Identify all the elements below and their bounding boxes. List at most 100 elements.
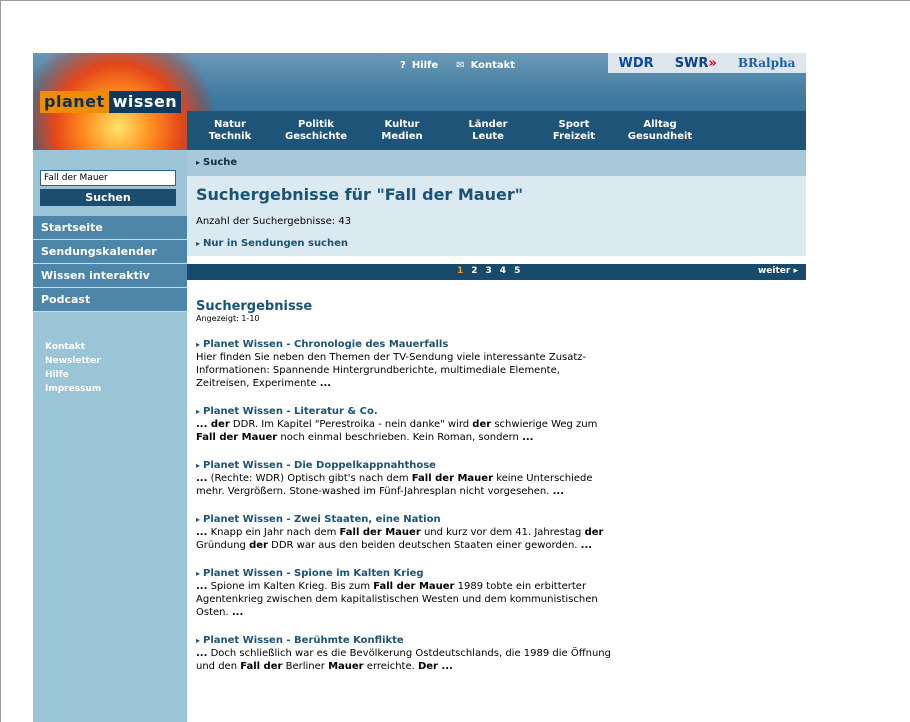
result-title-link[interactable]: ▸ Planet Wissen - Literatur & Co. <box>196 405 616 418</box>
nav-sport-freizeit[interactable]: Sport Freizeit <box>531 111 617 150</box>
double-chevron-icon: » <box>708 55 717 71</box>
result-title-link[interactable]: ▸ Planet Wissen - Spione im Kalten Krieg <box>196 567 616 580</box>
list-item: ▸ Planet Wissen - Zwei Staaten, eine Nati… <box>196 513 616 552</box>
side-link-newsletter[interactable]: Newsletter <box>45 354 101 368</box>
sidebar: Suchen Startseite Sendungskalender Wisse… <box>33 150 187 722</box>
list-item: ▸ Planet Wissen - Literatur & Co.... der … <box>196 405 616 444</box>
side-link-kontakt[interactable]: Kontakt <box>45 340 101 354</box>
header: planet wissen ? Hilfe ✉ Kontakt WDR SWR» B… <box>33 53 806 150</box>
arrow-right-icon: ▸ <box>196 158 201 167</box>
nav-line1: Politik <box>298 119 334 130</box>
results-header: Suchergebnisse für "Fall der Mauer" Anza… <box>187 176 806 256</box>
bralpha-logo[interactable]: BRalpha <box>738 56 796 70</box>
nav-line1: Länder <box>468 119 508 130</box>
arrow-right-icon: ▸ <box>196 407 201 416</box>
result-title: Planet Wissen - Spione im Kalten Krieg <box>203 568 424 579</box>
breadcrumb-label[interactable]: Suche <box>203 157 237 168</box>
arrow-right-icon: ▸ <box>196 636 201 645</box>
nav-line2: Medien <box>381 131 423 142</box>
logo-part-wissen: wissen <box>108 91 182 113</box>
results-section-title: Suchergebnisse <box>196 299 313 314</box>
nav-line2: Geschichte <box>284 131 348 142</box>
result-title: Planet Wissen - Berühmte Konflikte <box>203 635 404 646</box>
page-1[interactable]: 1 <box>457 266 463 276</box>
result-title-link[interactable]: ▸ Planet Wissen - Zwei Staaten, eine Nati… <box>196 513 616 526</box>
arrow-right-icon: ▸ <box>196 569 201 578</box>
arrow-right-icon: ▸ <box>793 266 798 276</box>
result-snippet: ... Doch schließlich war es die Bevölker… <box>196 648 611 672</box>
breadcrumb: ▸ Suche <box>187 150 806 176</box>
only-shows-link[interactable]: ▸ Nur in Sendungen suchen <box>196 238 806 249</box>
arrow-right-icon: ▸ <box>196 515 201 524</box>
next-label: weiter <box>757 266 791 276</box>
nav-kultur-medien[interactable]: Kultur Medien <box>359 111 445 150</box>
arrow-right-icon: ▸ <box>196 461 201 470</box>
nav-politik-geschichte[interactable]: Politik Geschichte <box>273 111 359 150</box>
top-links: ? Hilfe ✉ Kontakt <box>400 55 515 75</box>
sidebar-item-podcast[interactable]: Podcast <box>33 288 187 312</box>
page-5[interactable]: 5 <box>514 266 520 276</box>
side-link-impressum[interactable]: Impressum <box>45 382 101 396</box>
broadcaster-logos: WDR SWR» BRalpha <box>608 53 806 73</box>
results-count: Anzahl der Suchergebnisse: 43 <box>196 216 352 227</box>
result-title-link[interactable]: ▸ Planet Wissen - Berühmte Konflikte <box>196 634 616 647</box>
side-link-hilfe[interactable]: Hilfe <box>45 368 101 382</box>
next-page-link[interactable]: weiter ▸ <box>758 266 798 276</box>
results-shown: Angezeigt: 1-10 <box>196 314 260 323</box>
result-snippet: ... Spione im Kalten Krieg. Bis zum Fall… <box>196 581 598 618</box>
contact-link[interactable]: ✉ Kontakt <box>456 60 515 71</box>
side-menu: Startseite Sendungskalender Wissen inter… <box>33 216 187 312</box>
list-item: ▸ Planet Wissen - Die Doppelkappnahthose.… <box>196 459 616 498</box>
sidebar-item-wissen-interaktiv[interactable]: Wissen interaktiv <box>33 264 187 288</box>
nav-line2: Leute <box>472 131 504 142</box>
help-label: Hilfe <box>411 59 439 71</box>
arrow-right-icon: ▸ <box>196 239 201 248</box>
nav-line2: Gesundheit <box>627 131 693 142</box>
page-3[interactable]: 3 <box>486 266 492 276</box>
site-logo[interactable]: planet wissen <box>40 91 182 113</box>
nav-line2: Freizeit <box>552 131 596 142</box>
result-title: Planet Wissen - Die Doppelkappnahthose <box>203 460 436 471</box>
list-item: ▸ Planet Wissen - Spione im Kalten Krieg.… <box>196 567 616 619</box>
nav-natur-technik[interactable]: Natur Technik <box>187 111 273 150</box>
results-list: Suchergebnisse Angezeigt: 1-10 ▸ Planet W… <box>196 299 616 673</box>
pagination: 1 2 3 4 5 weiter ▸ <box>187 264 806 280</box>
page-4[interactable]: 4 <box>500 266 506 276</box>
contact-label: Kontakt <box>470 59 516 71</box>
nav-line1: Natur <box>214 119 246 130</box>
result-title-link[interactable]: ▸ Planet Wissen - Die Doppelkappnahthose <box>196 459 616 472</box>
logo-part-planet: planet <box>40 91 109 113</box>
result-title: Planet Wissen - Chronologie des Mauerfal… <box>203 339 449 350</box>
result-items: ▸ Planet Wissen - Chronologie des Mauerfa… <box>196 338 616 673</box>
page-2[interactable]: 2 <box>471 266 477 276</box>
page: planet wissen ? Hilfe ✉ Kontakt WDR SWR» B… <box>33 53 806 722</box>
question-icon: ? <box>400 59 406 71</box>
result-snippet: ... (Rechte: WDR) Optisch gibt's nach de… <box>196 473 593 497</box>
swr-logo[interactable]: SWR» <box>675 56 717 71</box>
only-shows-label: Nur in Sendungen suchen <box>203 238 349 249</box>
nav-laender-leute[interactable]: Länder Leute <box>445 111 531 150</box>
result-snippet: ... der DDR. Im Kapitel "Perestroika - n… <box>196 419 598 443</box>
result-snippet: Hier finden Sie neben den Themen der TV-… <box>196 352 587 389</box>
main-nav: Natur Technik Politik Geschichte Kultur … <box>187 111 806 150</box>
result-title-link[interactable]: ▸ Planet Wissen - Chronologie des Mauerfa… <box>196 338 616 351</box>
result-snippet: ... Knapp ein Jahr nach dem Fall der Mau… <box>196 527 604 551</box>
list-item: ▸ Planet Wissen - Chronologie des Mauerfa… <box>196 338 616 390</box>
page-title: Suchergebnisse für "Fall der Mauer" <box>196 185 524 204</box>
page-numbers: 1 2 3 4 5 <box>457 266 520 276</box>
nav-alltag-gesundheit[interactable]: Alltag Gesundheit <box>617 111 703 150</box>
side-links: Kontakt Newsletter Hilfe Impressum <box>45 340 101 396</box>
wdr-logo[interactable]: WDR <box>619 56 654 71</box>
search-button[interactable]: Suchen <box>40 189 176 206</box>
sidebar-item-sendungskalender[interactable]: Sendungskalender <box>33 240 187 264</box>
search-input[interactable] <box>40 170 176 186</box>
swr-label: SWR <box>674 55 709 71</box>
list-item: ▸ Planet Wissen - Berühmte Konflikte... D… <box>196 634 616 673</box>
result-title: Planet Wissen - Zwei Staaten, eine Natio… <box>203 514 441 525</box>
arrow-right-icon: ▸ <box>196 340 201 349</box>
mail-icon: ✉ <box>456 59 465 71</box>
help-link[interactable]: ? Hilfe <box>400 60 438 71</box>
result-title: Planet Wissen - Literatur & Co. <box>203 406 378 417</box>
nav-line2: Technik <box>208 131 252 142</box>
sidebar-item-startseite[interactable]: Startseite <box>33 216 187 240</box>
